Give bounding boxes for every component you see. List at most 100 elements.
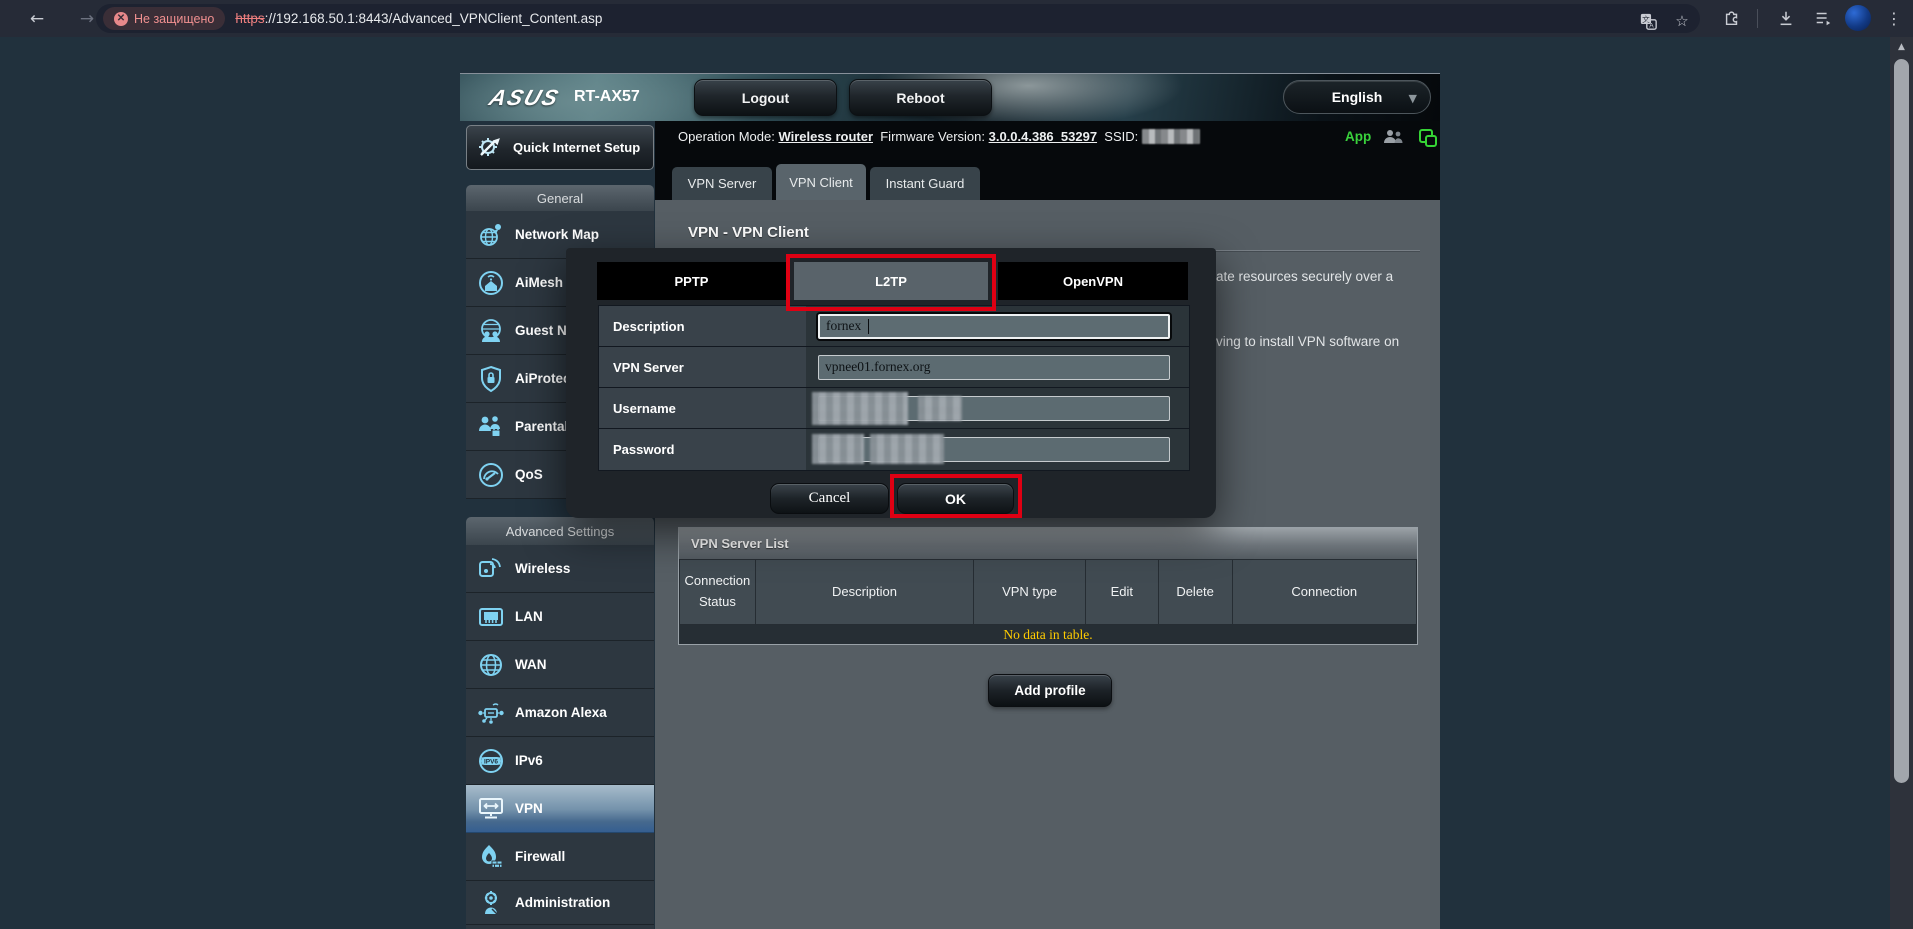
sidebar-item-label: Network Map [515,227,599,242]
aiprotection-icon [476,364,506,394]
sidebar-item-vpn[interactable]: VPN [466,785,654,833]
security-chip[interactable]: ✕ Не защищено [103,7,225,30]
scrollbar-thumb[interactable] [1894,59,1909,783]
sidebar-item-label: Firewall [515,849,565,864]
quick-internet-setup-button[interactable]: Quick Internet Setup [466,125,654,170]
translate-icon[interactable]: 文A [1636,9,1660,33]
description-input[interactable] [818,314,1170,339]
ssid-label: SSID: [1104,129,1138,144]
amazon-alexa-icon [476,698,506,728]
svg-text:IPV6: IPV6 [484,758,498,765]
operation-mode-label: Operation Mode: [678,129,775,144]
username-redacted [918,396,962,421]
reboot-button[interactable]: Reboot [849,79,992,116]
administration-icon [476,888,506,918]
downloads-icon[interactable] [1773,5,1799,31]
sidebar-item-label: AiMesh [515,275,563,290]
sidebar-item-label: VPN [515,801,543,816]
vpn-icon [476,794,506,824]
app-link[interactable]: App [1345,129,1371,144]
sidebar-item-amazon-alexa[interactable]: Amazon Alexa [466,689,654,737]
modal-tab-openvpn[interactable]: OpenVPN [998,262,1188,300]
table-header-row: Connection Status Description VPN type E… [679,559,1417,625]
col-description: Description [755,559,973,625]
password-redacted [812,434,864,464]
form-row-username: Username [599,388,1189,429]
page-title: VPN - VPN Client [688,224,809,241]
sidebar-item-wireless[interactable]: Wireless [466,545,654,593]
modal-tab-pptp[interactable]: PPTP [597,262,786,300]
lan-icon [476,602,506,632]
svg-text:A: A [1649,22,1654,29]
vpn-server-list-table: VPN Server List Connection Status Descri… [678,527,1418,645]
aimesh-icon [476,268,506,298]
language-dropdown[interactable]: English ▼ [1283,80,1431,114]
tab-list-icon[interactable] [1810,5,1836,31]
network-map-icon [476,220,506,250]
guest-network-icon [476,316,506,346]
chevron-down-icon: ▼ [1409,92,1417,105]
sidebar-item-lan[interactable]: LAN [466,593,654,641]
cancel-button[interactable]: Cancel [770,483,889,514]
general-header: General [466,185,654,211]
password-label: Password [599,429,806,470]
back-icon[interactable]: ← [22,4,52,34]
firmware-value[interactable]: 3.0.0.4.386_53297 [989,129,1097,144]
menu-kebab-icon[interactable]: ⋮ [1881,5,1907,31]
modal-tab-l2tp[interactable]: L2TP [794,262,988,300]
description-fragment-1: ate resources securely over a [1216,269,1444,284]
sidebar-item-label: Wireless [515,561,570,576]
router-header: ASUS RT-AX57 Logout Reboot English ▼ [460,73,1440,121]
form-row-description: Description [599,306,1189,347]
sidebar-item-administration[interactable]: Administration [466,881,654,925]
sidebar-item-firewall[interactable]: Firewall [466,833,654,881]
ipv6-icon: IPV6 [476,746,506,776]
extensions-icon[interactable] [1719,5,1745,31]
username-redacted [812,392,908,425]
form-row-password: Password [599,429,1189,470]
sidebar-item-label: QoS [515,467,543,482]
firewall-icon [476,842,506,872]
clients-icon[interactable] [1381,127,1405,152]
col-vpn-type: VPN type [973,559,1085,625]
ssid-redacted [1142,129,1200,144]
col-connection: Connection [1232,559,1417,625]
table-empty-row: No data in table. [679,625,1417,644]
profile-avatar[interactable] [1845,5,1871,31]
vpn-server-input[interactable] [818,355,1170,380]
router-model: RT-AX57 [574,88,640,106]
url-scheme: https [235,11,264,26]
tab-vpn-server[interactable]: VPN Server [672,167,772,200]
vpn-profile-form: Description VPN Server Username [598,305,1190,471]
advanced-settings-header: Advanced Settings [466,517,654,545]
address-bar[interactable]: ✕ Не защищено https://192.168.50.1:8443/… [96,4,1700,33]
tab-vpn-client[interactable]: VPN Client [776,164,866,200]
add-profile-button[interactable]: Add profile [988,674,1112,707]
col-connection-status: Connection Status [679,559,755,625]
table-title: VPN Server List [679,528,1417,559]
language-label: English [1332,89,1383,105]
text-caret [868,319,869,334]
sidebar-item-wan[interactable]: WAN [466,641,654,689]
bookmark-star-icon[interactable]: ☆ [1670,9,1694,33]
device-sync-icon[interactable] [1417,127,1439,154]
description-fragment-2: ving to install VPN software on [1216,334,1444,349]
security-chip-label: Не защищено [134,12,214,26]
operation-mode-value[interactable]: Wireless router [778,129,873,144]
sidebar-advanced: Advanced Settings Wireless LAN WAN Amazo… [466,517,654,929]
ok-button[interactable]: OK [897,483,1014,514]
vpn-profile-dialog: PPTP L2TP OpenVPN Description VPN Server… [566,248,1216,518]
toolbar-separator [1757,9,1758,28]
sidebar-item-partial[interactable] [466,925,654,929]
url-rest: ://192.168.50.1:8443/Advanced_VPNClient_… [265,11,603,26]
screen: ← → ⟳ ✕ Не защищено https://192.168.50.1… [0,0,1913,929]
sidebar-item-label: LAN [515,609,543,624]
sidebar-item-ipv6[interactable]: IPV6 IPv6 [466,737,654,785]
col-edit: Edit [1085,559,1158,625]
scrollbar-up-icon[interactable]: ▲ [1890,37,1913,57]
page-scrollbar[interactable]: ▲ [1890,37,1913,929]
tab-instant-guard[interactable]: Instant Guard [870,167,980,200]
info-bar: Operation Mode: Wireless router Firmware… [655,121,1440,200]
qos-icon [476,460,506,490]
logout-button[interactable]: Logout [694,79,837,116]
